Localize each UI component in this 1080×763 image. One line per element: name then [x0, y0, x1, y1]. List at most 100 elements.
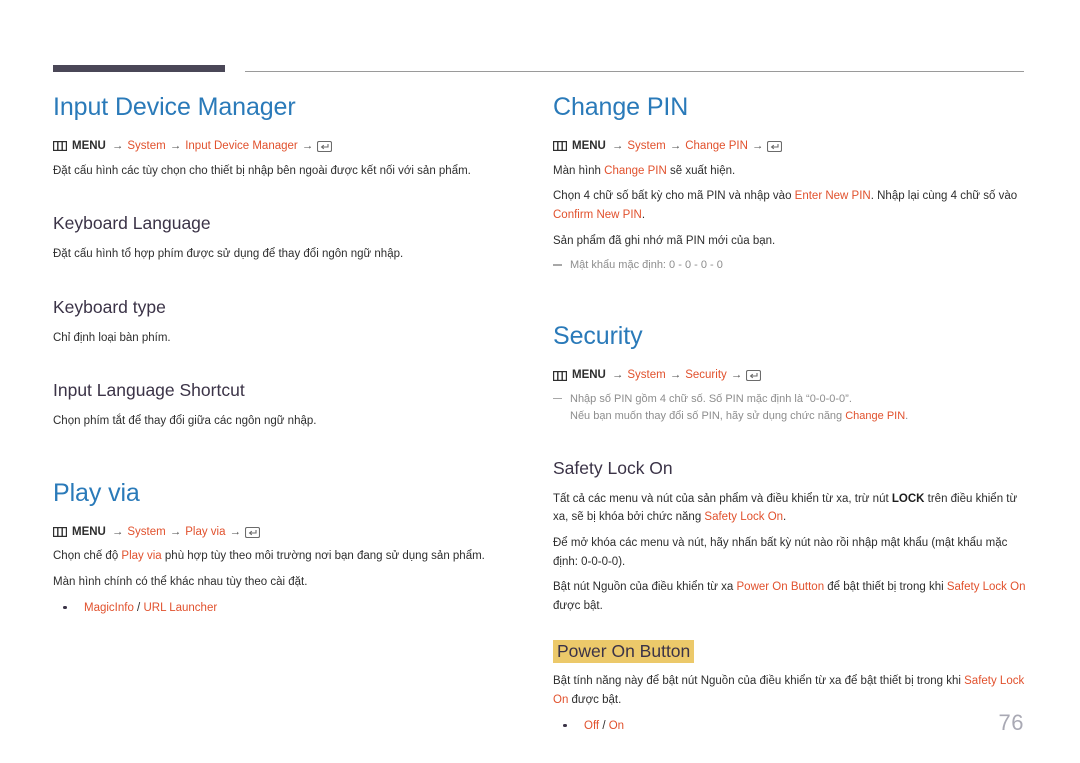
text-segment: phù hợp tùy theo môi trường nơi bạn đang…: [161, 550, 485, 563]
option-separator: /: [133, 601, 144, 614]
text-segment: . Nhập lại cùng 4 chữ số vào: [870, 190, 1018, 203]
paragraph-keyboard-language: Đặt cấu hình tổ hợp phím được sử dụng để…: [53, 248, 404, 261]
text-segment: Bật nút Nguồn của điều khiển từ xa: [553, 581, 737, 594]
path-arrow-icon: →: [229, 525, 242, 538]
path-arrow-icon: →: [111, 140, 124, 152]
path-arrow-icon: →: [611, 140, 624, 152]
note-text-line2-b: .: [905, 409, 909, 422]
accent-enter-new-pin: Enter New PIN: [794, 190, 871, 203]
page-title-security: Security: [553, 322, 643, 351]
paragraph-keyboard-type: Chỉ định loại bàn phím.: [53, 331, 171, 344]
breadcrumb-input-device-manager: Input Device Manager: [185, 140, 298, 152]
breadcrumb-security: Security: [685, 369, 727, 382]
note-dash-icon: [553, 264, 562, 266]
list-item: Off / On: [553, 717, 1026, 735]
subsection-title-keyboard-type: Keyboard type: [53, 296, 166, 317]
paragraph-input-language-shortcut: Chọn phím tắt để thay đổi giữa các ngôn …: [53, 415, 317, 428]
page-title-play-via: Play via: [53, 478, 140, 507]
header-rule: [53, 62, 1024, 72]
text-segment: được bật.: [553, 599, 603, 612]
paragraph-safety-lock-2: Để mở khóa các menu và nút, hãy nhấn bất…: [553, 537, 1008, 568]
menu-path-change-pin: MENU → System → Change PIN →: [553, 138, 1026, 155]
path-arrow-icon: →: [111, 525, 124, 538]
menu-grid-icon: [53, 527, 67, 538]
paragraph-safety-lock-1: Tất cả các menu và nút của sản phẩm và đ…: [553, 490, 1026, 527]
accent-safety-lock-on: Safety Lock On: [704, 511, 784, 524]
option-url-launcher: URL Launcher: [143, 601, 218, 614]
path-arrow-icon: →: [611, 369, 624, 382]
paragraph-idm-intro: Đặt cấu hình các tùy chọn cho thiết bị n…: [53, 164, 471, 177]
text-segment: Bật tính năng này để bật nút Nguồn của đ…: [553, 675, 965, 688]
breadcrumb-change-pin: Change PIN: [685, 140, 748, 152]
page-title-input-device-manager: Input Device Manager: [53, 93, 296, 121]
option-off: Off: [584, 719, 600, 732]
menu-grid-icon: [53, 141, 67, 152]
highlighted-heading-text: Power On Button: [553, 639, 695, 663]
text-segment: Tất cả các menu và nút của sản phẩm và đ…: [553, 492, 892, 505]
option-on: On: [608, 719, 625, 732]
option-separator: /: [599, 719, 609, 732]
path-arrow-icon: →: [730, 369, 743, 382]
path-arrow-icon: →: [669, 369, 682, 382]
accent-change-pin: Change PIN: [604, 164, 667, 177]
note-change-pin-default-password: Mật khẩu mặc định: 0 - 0 - 0 - 0: [553, 257, 1026, 274]
breadcrumb-system: System: [627, 140, 666, 152]
menu-label: MENU: [72, 140, 106, 152]
document-page: Input Device Manager MENU → System → Inp…: [0, 0, 1080, 763]
bullet-dot-icon: [563, 723, 567, 728]
text-segment: Chọn chế độ: [53, 550, 122, 563]
header-rule-thin: [245, 71, 1024, 72]
accent-play-via: Play via: [121, 550, 162, 563]
paragraph-change-pin-1: Màn hình Change PIN sẽ xuất hiện.: [553, 162, 1026, 181]
menu-grid-icon: [553, 141, 567, 152]
breadcrumb-system: System: [127, 525, 166, 538]
text-segment: Chọn 4 chữ số bất kỳ cho mã PIN và nhập …: [553, 190, 795, 203]
path-arrow-icon: →: [169, 140, 182, 152]
note-security-pin: Nhập số PIN gồm 4 chữ số. Số PIN mặc địn…: [553, 391, 1026, 425]
path-arrow-icon: →: [751, 140, 764, 152]
text-segment: .: [641, 208, 646, 221]
text-segment: để bật thiết bị trong khi: [824, 581, 947, 594]
paragraph-safety-lock-3: Bật nút Nguồn của điều khiển từ xa Power…: [553, 578, 1026, 615]
accent-change-pin: Change PIN: [845, 409, 906, 422]
list-item: MagicInfo / URL Launcher: [53, 599, 526, 617]
accent-confirm-new-pin: Confirm New PIN: [553, 208, 642, 221]
breadcrumb-play-via: Play via: [185, 525, 226, 538]
enter-key-icon: [317, 140, 333, 152]
path-arrow-icon: →: [301, 140, 314, 152]
left-column: Input Device Manager MENU → System → Inp…: [53, 92, 526, 619]
page-title-change-pin: Change PIN: [553, 93, 689, 121]
menu-label: MENU: [572, 369, 606, 382]
paragraph-change-pin-3: Sản phẩm đã ghi nhớ mã PIN mới của bạn.: [553, 234, 776, 247]
menu-label: MENU: [72, 525, 106, 538]
path-arrow-icon: →: [169, 525, 182, 538]
menu-label: MENU: [572, 140, 606, 152]
keyword-lock: LOCK: [891, 492, 925, 505]
option-magicinfo: MagicInfo: [84, 601, 134, 614]
option-list-play-via: MagicInfo / URL Launcher: [53, 599, 526, 617]
accent-power-on-button: Power On Button: [736, 581, 825, 594]
text-segment: sẽ xuất hiện.: [666, 164, 736, 177]
subsection-title-power-on-button: Power On Button: [553, 639, 1026, 663]
text-segment: .: [783, 511, 787, 524]
enter-key-icon: [245, 526, 260, 538]
paragraph-play-via-2: Màn hình chính có thể khác nhau tùy theo…: [53, 576, 308, 589]
enter-key-icon: [767, 140, 783, 152]
header-rule-thick: [53, 65, 225, 72]
text-segment: được bật.: [568, 694, 622, 707]
option-list-power-on-button: Off / On: [553, 717, 1026, 735]
menu-path-play-via: MENU → System → Play via →: [53, 524, 526, 541]
menu-path-security: MENU → System → Security →: [553, 367, 1026, 384]
breadcrumb-system: System: [627, 369, 666, 382]
breadcrumb-system: System: [127, 140, 166, 152]
subsection-title-safety-lock-on: Safety Lock On: [553, 457, 673, 478]
subsection-title-keyboard-language: Keyboard Language: [53, 213, 211, 234]
enter-key-icon: [746, 370, 762, 382]
right-column: Change PIN MENU → System → Change PIN →: [553, 92, 1026, 737]
path-arrow-icon: →: [669, 140, 682, 152]
menu-grid-icon: [553, 370, 567, 381]
subsection-title-input-language-shortcut: Input Language Shortcut: [53, 380, 245, 401]
paragraph-change-pin-2: Chọn 4 chữ số bất kỳ cho mã PIN và nhập …: [553, 187, 1026, 224]
note-text-line1: Nhập số PIN gồm 4 chữ số. Số PIN mặc địn…: [570, 392, 852, 405]
accent-safety-lock-on: Safety Lock On: [946, 581, 1026, 594]
